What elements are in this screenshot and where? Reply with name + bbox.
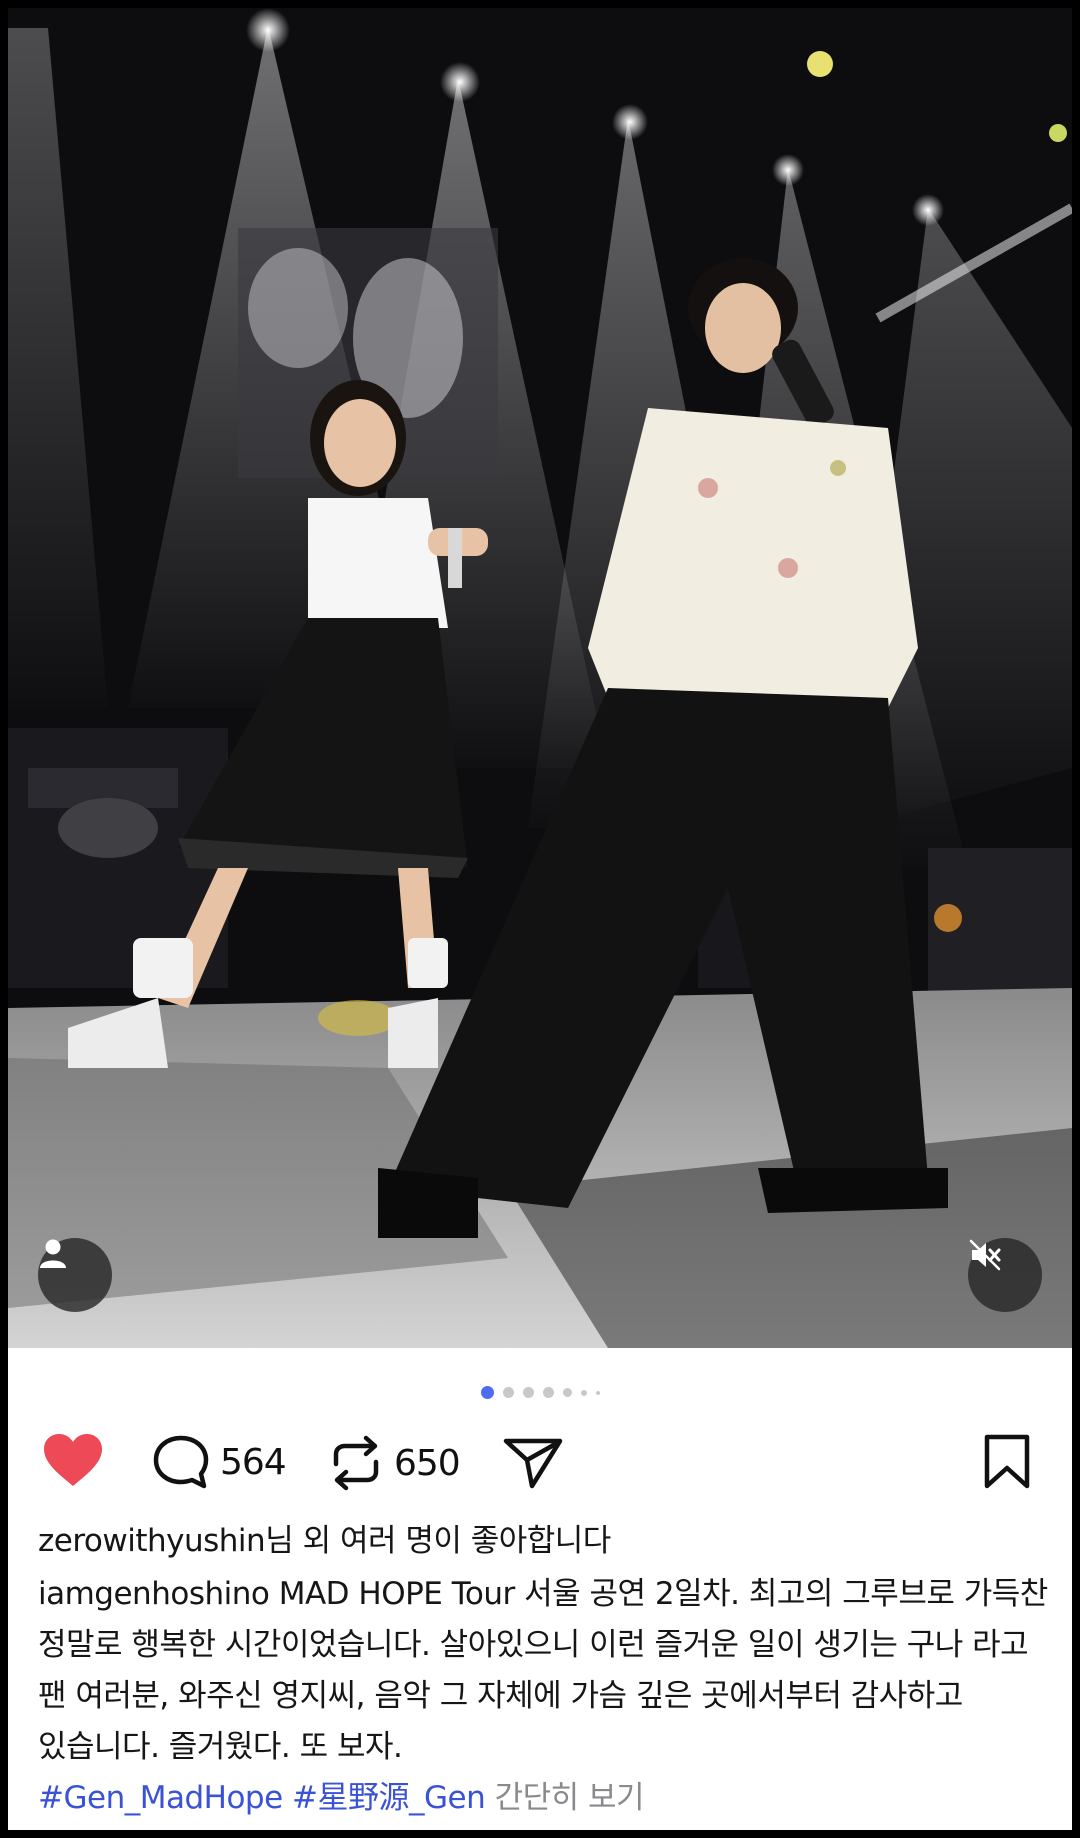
speech-bubble-icon xyxy=(153,1435,209,1489)
carousel-dot xyxy=(542,1387,554,1398)
post-card: 564 650 zerowithyushin님 외 여러 명이 좋아합니다 ia… xyxy=(8,8,1072,1830)
bookmark-icon xyxy=(984,1434,1030,1489)
repost-arrows-icon xyxy=(333,1435,379,1491)
save-button[interactable] xyxy=(982,1434,1032,1490)
post-photo[interactable] xyxy=(8,8,1072,1348)
hashtags[interactable]: #Gen_MadHope #星野源_Gen xyxy=(38,1780,486,1816)
mute-button[interactable] xyxy=(968,1238,1042,1312)
caption-username[interactable]: iamgenhoshino xyxy=(38,1576,270,1612)
comment-button[interactable]: 564 xyxy=(152,1434,287,1490)
carousel-dot xyxy=(502,1387,514,1398)
like-button[interactable] xyxy=(42,1432,104,1488)
tagged-people-button[interactable] xyxy=(38,1238,112,1312)
likes-summary[interactable]: zerowithyushin님 외 여러 명이 좋아합니다 xyxy=(38,1516,1058,1567)
heart-filled-icon xyxy=(44,1434,102,1486)
action-bar: 564 650 xyxy=(8,1428,1072,1508)
carousel-dot xyxy=(595,1390,600,1395)
muted-speaker-icon xyxy=(969,1239,1001,1271)
person-icon xyxy=(40,1239,66,1268)
repost-button[interactable]: 650 xyxy=(328,1434,461,1492)
repost-count: 650 xyxy=(394,1442,461,1484)
carousel-dot xyxy=(562,1388,572,1397)
caption-footer: #Gen_MadHope #星野源_Gen 간단히 보기 xyxy=(38,1773,1058,1824)
collapse-link[interactable]: 간단히 보기 xyxy=(495,1780,645,1816)
carousel-dot xyxy=(580,1389,587,1396)
carousel-dot xyxy=(522,1387,534,1398)
caption: iamgenhoshino MAD HOPE Tour 서울 공연 2일차. 최… xyxy=(38,1569,1058,1773)
carousel-dot-active xyxy=(480,1386,494,1399)
carousel-indicator xyxy=(8,1386,1072,1399)
comment-count: 564 xyxy=(220,1441,287,1483)
concert-photo xyxy=(8,8,1072,1348)
paper-plane-icon xyxy=(503,1438,563,1489)
share-button[interactable] xyxy=(502,1436,564,1490)
post-text: zerowithyushin님 외 여러 명이 좋아합니다 iamgenhosh… xyxy=(38,1516,1058,1824)
